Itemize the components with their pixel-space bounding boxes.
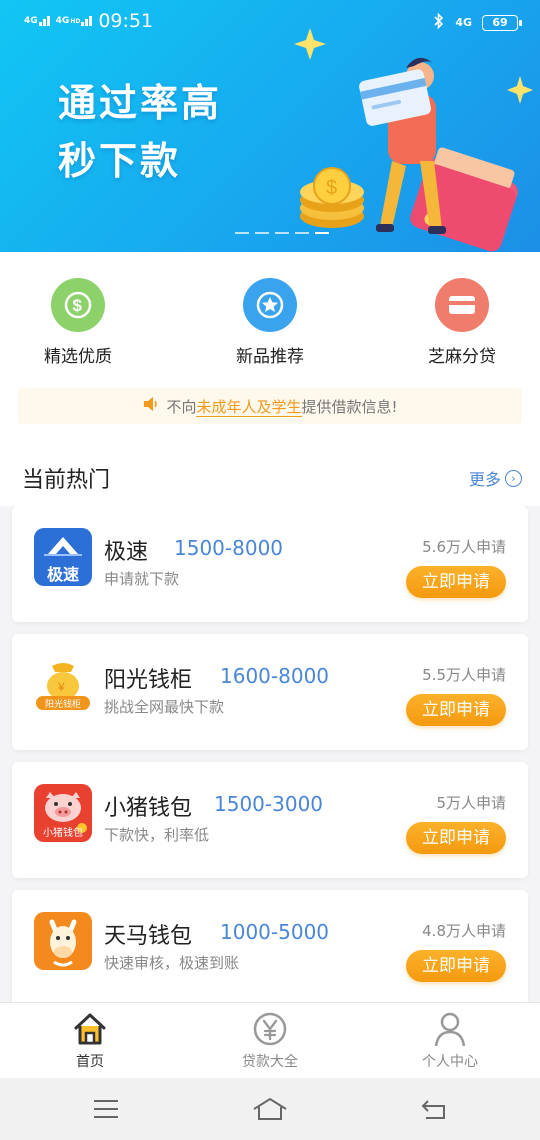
hot-section-header: 当前热门 更多 › — [0, 444, 540, 506]
bottom-tab-bar: 首页 贷款大全 个人中心 — [0, 1002, 540, 1078]
section-title: 当前热门 — [22, 468, 111, 493]
banner-line-1: 通过率高 — [58, 81, 223, 125]
notice-text: 不向 — [166, 397, 197, 416]
loan-range: 1500-3000 — [214, 792, 324, 816]
star-icon — [243, 278, 297, 332]
chevron-right-icon: › — [505, 469, 522, 487]
notice-bar: 不向未成年人及学生提供借款信息! — [18, 388, 522, 424]
product-desc: 下款快，利率低 — [104, 826, 210, 844]
product-card[interactable]: 天马钱包 1000-5000 快速审核，极速到账 4.8万人申请 立即申请 — [12, 890, 528, 1002]
logo-text: 极速 — [46, 565, 79, 584]
product-name: 阳光钱柜 — [104, 668, 193, 693]
system-navigation — [0, 1078, 540, 1140]
product-desc: 挑战全网最快下款 — [104, 698, 225, 716]
product-card[interactable]: 极速 极速 1500-8000 申请就下款 5.6万人申请 立即申请 — [12, 506, 528, 622]
apply-count: 5万人申请 — [436, 794, 506, 812]
category-row: $ 精选优质 新品推荐 芝麻分贷 — [0, 252, 540, 382]
dollar-icon: $ — [51, 278, 105, 332]
tab-label: 贷款大全 — [242, 1054, 298, 1070]
apply-button[interactable]: 立即申请 — [406, 566, 506, 598]
apply-button[interactable]: 立即申请 — [406, 694, 506, 726]
notice-highlight: 未成年人及学生 — [196, 397, 302, 417]
logo-text: 阳光钱柜 — [44, 700, 81, 710]
banner-illustration: $ — [294, 28, 533, 252]
category-label: 精选优质 — [44, 347, 112, 367]
category-label: 新品推荐 — [236, 347, 304, 367]
logo-text: 小猪钱包 — [43, 828, 83, 839]
home-nav-icon[interactable] — [250, 1094, 290, 1124]
card-icon — [435, 278, 489, 332]
more-label: 更多 — [468, 470, 501, 489]
home-icon — [30, 1009, 150, 1049]
apply-button[interactable]: 立即申请 — [406, 822, 506, 854]
category-new[interactable]: 新品推荐 — [210, 278, 330, 367]
signal-icon: 4G — [24, 16, 50, 26]
apply-count: 4.8万人申请 — [422, 922, 506, 940]
category-featured[interactable]: $ 精选优质 — [18, 278, 138, 367]
loan-range: 1600-8000 — [220, 664, 330, 688]
clock: 09:51 — [98, 10, 154, 32]
product-card[interactable]: 小猪钱包 小猪钱包 1500-3000 下款快，利率低 5万人申请 立即申请 — [12, 762, 528, 878]
tab-label: 个人中心 — [422, 1054, 478, 1070]
apply-button[interactable]: 立即申请 — [406, 950, 506, 982]
product-name: 小猪钱包 — [104, 796, 193, 821]
svg-text:$: $ — [326, 177, 337, 199]
product-logo — [34, 912, 92, 970]
speaker-icon — [142, 396, 160, 416]
product-logo: ¥ 阳光钱柜 — [34, 656, 92, 714]
carousel-indicator[interactable] — [235, 232, 329, 234]
apply-count: 5.5万人申请 — [422, 666, 506, 684]
notice-section: 不向未成年人及学生提供借款信息! — [0, 382, 540, 444]
tab-home[interactable]: 首页 — [30, 1009, 150, 1071]
loan-range: 1000-5000 — [220, 920, 330, 944]
menu-icon[interactable] — [86, 1094, 126, 1124]
svg-text:$: $ — [73, 296, 83, 315]
apply-count: 5.6万人申请 — [422, 538, 506, 556]
category-label: 芝麻分贷 — [428, 347, 496, 367]
category-sesame[interactable]: 芝麻分贷 — [402, 278, 522, 367]
svg-text:¥: ¥ — [57, 680, 65, 694]
more-link[interactable]: 更多 › — [469, 466, 522, 490]
tab-loans[interactable]: 贷款大全 — [210, 1009, 330, 1071]
product-logo: 极速 — [34, 528, 92, 586]
product-name: 天马钱包 — [104, 924, 193, 949]
product-logo: 小猪钱包 — [34, 784, 92, 842]
signal-icon: 4G HD — [56, 16, 93, 26]
tab-label: 首页 — [76, 1054, 104, 1070]
banner-line-2: 秒下款 — [58, 139, 182, 183]
product-card[interactable]: ¥ 阳光钱柜 阳光钱柜 1600-8000 挑战全网最快下款 5.5万人申请 立… — [12, 634, 528, 750]
tab-profile[interactable]: 个人中心 — [390, 1009, 510, 1071]
product-desc: 申请就下款 — [104, 570, 180, 588]
yen-icon — [210, 1009, 330, 1049]
notice-text: 提供借款信息! — [301, 397, 398, 416]
loan-range: 1500-8000 — [174, 536, 284, 560]
product-desc: 快速审核，极速到账 — [104, 954, 240, 972]
product-name: 极速 — [104, 540, 149, 565]
product-list: 极速 极速 1500-8000 申请就下款 5.6万人申请 立即申请 ¥ 阳光钱… — [0, 506, 540, 1002]
back-icon[interactable] — [414, 1094, 454, 1124]
banner-headline: 通过率高 秒下款 — [58, 74, 222, 190]
promo-banner[interactable]: 4G 4G HD 09:51 4G 69 通过率高 秒下款 $ — [0, 0, 540, 252]
person-icon — [390, 1009, 510, 1049]
